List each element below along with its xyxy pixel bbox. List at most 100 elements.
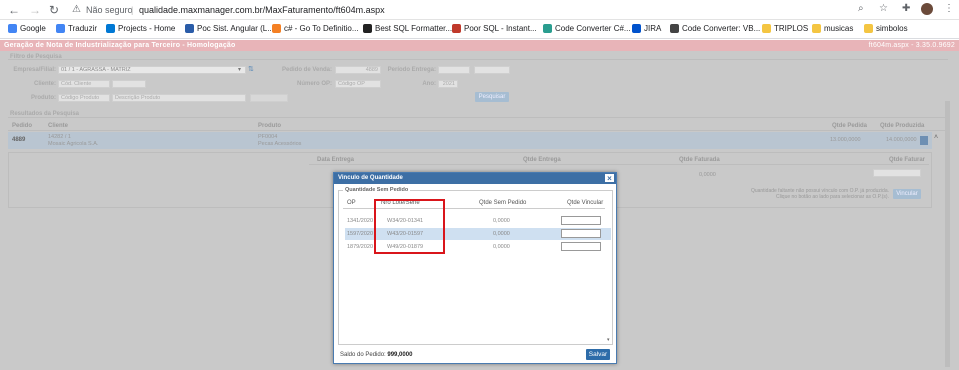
chevron-up-icon[interactable]: ˄ <box>934 134 938 141</box>
vincular-button[interactable]: Vincular <box>893 189 921 199</box>
bookmark-label: musicas <box>824 24 854 33</box>
qtde-vincular-input[interactable] <box>561 216 601 225</box>
row-op: 1597/2020 <box>347 231 373 237</box>
url-divider: | <box>131 5 134 15</box>
bookmark-13[interactable]: simbolos <box>864 24 908 33</box>
reload-button[interactable]: ↻ <box>49 3 59 17</box>
sub-value: 0,0000 <box>699 172 716 178</box>
pedido-input[interactable]: 4889 <box>335 66 381 74</box>
save-button[interactable]: Salvar <box>586 349 610 360</box>
bookmark-label: Projects - Home <box>118 24 176 33</box>
bookmark-label: Code Converter: VB... <box>682 24 761 33</box>
bookmark-5[interactable]: c# - Go To Definitio... <box>272 24 359 33</box>
cliente-label: Cliente: <box>33 81 56 87</box>
scroll-down-icon[interactable]: ▾ <box>607 337 610 343</box>
row-produto: PF0004 <box>258 134 278 140</box>
translate-icon <box>56 24 65 33</box>
dialog-scrollbar[interactable]: ▾ <box>607 199 613 344</box>
bookmark-4[interactable]: Poc Sist. Angular (L... <box>185 24 274 33</box>
back-button[interactable]: ← <box>8 3 20 17</box>
col-qtde-sem-pedido: Qtde Sem Pedido <box>479 200 527 206</box>
numero-op-input[interactable]: Código OP <box>335 80 381 88</box>
bookmark-label: Code Converter C#... <box>555 24 631 33</box>
row-qtde: 0,0000 <box>493 231 510 237</box>
cb-icon <box>363 24 372 33</box>
bookmark-label: simbolos <box>876 24 908 33</box>
url-text[interactable]: qualidade.maxmanager.com.br/MaxFaturamen… <box>139 5 385 15</box>
extensions-icon[interactable]: ✚ <box>902 3 910 14</box>
avatar[interactable] <box>921 3 933 15</box>
bookmark-8[interactable]: Code Converter C#... <box>543 24 631 33</box>
periodo-label: Período Entrega: <box>387 67 436 73</box>
folder-icon <box>812 24 821 33</box>
col-qtde-entrega: Qtde Entrega <box>523 157 561 163</box>
star-icon[interactable]: ☆ <box>879 3 888 14</box>
bookmark-label: Google <box>20 24 46 33</box>
qtde-vincular-input[interactable] <box>561 242 601 251</box>
row-produto-nome: Pecas Acessórios <box>258 141 302 147</box>
refresh-icon[interactable]: ⇅ <box>248 65 254 73</box>
close-icon[interactable]: × <box>605 174 614 183</box>
saldo-label-text: Saldo do Pedido: <box>340 352 386 358</box>
row-op: 1879/2020 <box>347 244 373 250</box>
pedido-label: Pedido de Venda: <box>281 67 332 73</box>
periodo-start-input[interactable] <box>438 66 470 74</box>
search-icon[interactable]: ⌕ <box>858 3 864 14</box>
ano-input[interactable]: 2021 <box>438 80 458 88</box>
dialog-header: Vinculo de Quantidade × <box>334 173 616 184</box>
col-qtde-faturar: Qtde Faturar <box>889 157 926 163</box>
security-status[interactable]: Não seguro <box>86 5 133 15</box>
row-qtde: 0,0000 <box>493 218 510 224</box>
bookmark-2[interactable]: Traduzir <box>56 24 97 33</box>
page-scrollbar[interactable] <box>945 101 950 367</box>
row-qtde: 0,0000 <box>493 244 510 250</box>
table-row[interactable]: 4889 14282 / 1 Mosaic Agricola S.A. PF00… <box>8 132 932 149</box>
cliente-input[interactable]: Cód. Cliente <box>58 80 110 88</box>
bookmark-1[interactable]: Google <box>8 24 46 33</box>
ano-label: Ano: <box>422 81 436 87</box>
row-qtde-pedida: 13.000,0000 <box>830 137 861 143</box>
qtde-vincular-input[interactable] <box>561 229 601 238</box>
folder-icon <box>864 24 873 33</box>
produto-label: Produto: <box>31 95 56 101</box>
cliente-select[interactable] <box>112 80 146 88</box>
produto-desc-input[interactable]: Descrição Produto <box>112 94 246 102</box>
produto-extra-input[interactable] <box>250 94 288 102</box>
bookmark-label: c# - Go To Definitio... <box>284 24 359 33</box>
divider <box>8 117 948 118</box>
divider <box>8 59 948 60</box>
bookmark-label: Poor SQL - Instant... <box>464 24 537 33</box>
poorsql-icon <box>452 24 461 33</box>
col-pedido: Pedido <box>12 123 33 129</box>
bookmark-label: JIRA <box>644 24 662 33</box>
col-qtde-faturada: Qtde Faturada <box>679 157 720 163</box>
bookmark-11[interactable]: TRIPLOS <box>762 24 808 33</box>
search-button[interactable]: Pesquisar <box>475 92 509 102</box>
list-icon[interactable] <box>920 136 928 145</box>
col-qtde-pedida: Qtde Pedida <box>832 123 868 129</box>
row-op: 1341/2020 <box>347 218 373 224</box>
bookmark-6[interactable]: Best SQL Formatter... <box>363 24 452 33</box>
browser-toolbar: ← → ↻ ⚠ Não seguro | qualidade.maxmanage… <box>0 0 959 20</box>
produto-code-input[interactable]: Código Produto <box>58 94 110 102</box>
google-icon <box>8 24 17 33</box>
dialog-title: Vinculo de Quantidade <box>338 175 403 181</box>
bookmark-9[interactable]: JIRA <box>632 24 661 33</box>
chevron-down-icon[interactable]: ▾ <box>238 66 241 73</box>
highlight-box <box>374 199 445 254</box>
periodo-end-input[interactable] <box>474 66 510 74</box>
bookmark-7[interactable]: Poor SQL - Instant... <box>452 24 537 33</box>
folder-icon <box>762 24 771 33</box>
bookmark-3[interactable]: Projects - Home <box>106 24 175 33</box>
bookmark-label: TRIPLOS <box>774 24 809 33</box>
empresa-label: Empresa/Filial: <box>13 67 56 73</box>
menu-icon[interactable]: ⋮ <box>944 3 954 14</box>
warning-icon[interactable]: ⚠ <box>72 4 81 15</box>
qtde-faturar-input[interactable] <box>873 169 921 177</box>
empresa-select[interactable]: 01 / 1 - AGRASSA - MATRIZ <box>58 66 246 74</box>
forward-button[interactable]: → <box>29 3 41 17</box>
page-title: Geração de Nota de Industrialização para… <box>0 40 959 51</box>
stackoverflow-icon <box>272 24 281 33</box>
bookmark-10[interactable]: Code Converter: VB... <box>670 24 760 33</box>
bookmark-12[interactable]: musicas <box>812 24 853 33</box>
